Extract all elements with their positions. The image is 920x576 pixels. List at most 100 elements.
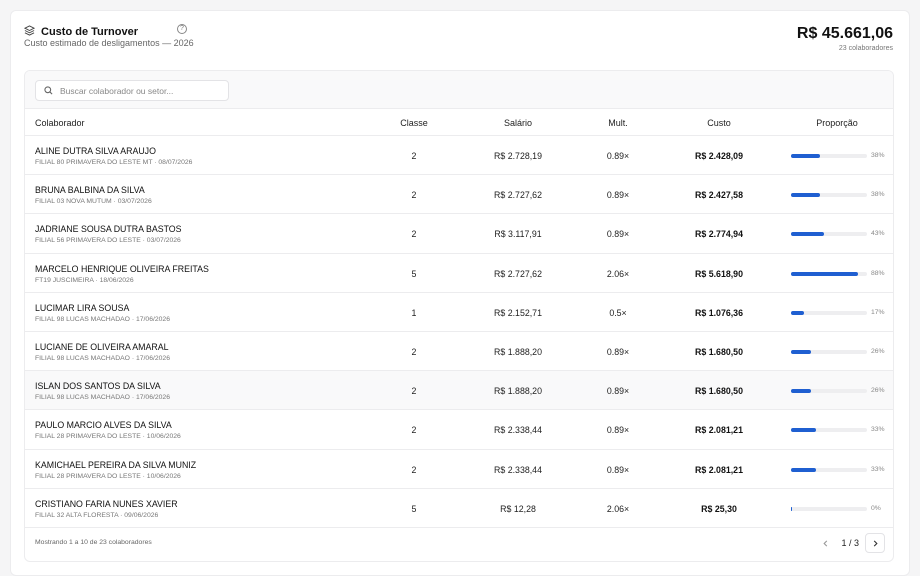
cell-mult: 0.89× bbox=[606, 190, 630, 201]
employee-meta: FILIAL 28 PRIMAVERA DO LESTE · 10/06/202… bbox=[35, 472, 181, 480]
col-colaborador[interactable]: Colaborador bbox=[35, 118, 85, 128]
search-input[interactable] bbox=[60, 85, 220, 96]
proportion-percent: 26% bbox=[871, 387, 885, 395]
search-icon bbox=[44, 82, 53, 100]
employee-meta: FILIAL 80 PRIMAVERA DO LESTE MT · 08/07/… bbox=[35, 159, 193, 166]
table-row[interactable]: BRUNA BALBINA DA SILVA FILIAL 03 NOVA MUT… bbox=[25, 175, 893, 215]
cell-salario: R$ 2.338,44 bbox=[494, 464, 542, 475]
page-title: Custo de Turnover bbox=[41, 26, 138, 38]
cell-mult: 0.89× bbox=[606, 425, 630, 436]
cell-salario: R$ 2.152,71 bbox=[494, 307, 542, 318]
table-panel: Colaborador Classe Salário Mult. Custo P… bbox=[24, 70, 894, 562]
col-custo[interactable]: Custo bbox=[707, 118, 731, 128]
table-row[interactable]: MARCELO HENRIQUE OLIVEIRA FREITAS FT19 JU… bbox=[25, 254, 893, 293]
employee-name: LUCIANE DE OLIVEIRA AMARAL bbox=[35, 341, 169, 352]
proportion-percent: 88% bbox=[871, 269, 885, 277]
cell-salario: R$ 1.888,20 bbox=[494, 386, 542, 397]
table-row[interactable]: JADRIANE SOUSA DUTRA BASTOS FILIAL 56 PRI… bbox=[25, 214, 893, 254]
table-header: Colaborador Classe Salário Mult. Custo P… bbox=[25, 109, 893, 136]
proportion-bar bbox=[791, 428, 867, 433]
proportion-percent: 33% bbox=[871, 426, 885, 434]
total-cost: R$ 45.661,06 bbox=[796, 25, 893, 42]
proportion-bar-fill bbox=[791, 428, 817, 433]
chevron-right-icon bbox=[873, 539, 878, 547]
proportion-percent: 38% bbox=[871, 191, 885, 199]
cell-classe: 2 bbox=[411, 346, 417, 357]
cell-custo: R$ 2.774,94 bbox=[695, 229, 743, 240]
table-row[interactable]: ISLAN DOS SANTOS DA SILVA FILIAL 98 LUCAS… bbox=[25, 371, 893, 411]
proportion-bar bbox=[791, 389, 867, 394]
employee-name: JADRIANE SOUSA DUTRA BASTOS bbox=[35, 224, 182, 235]
page-subtitle: Custo estimado de desligamentos — 2026 bbox=[24, 38, 194, 48]
proportion-bar bbox=[791, 506, 867, 511]
employee-meta: FILIAL 28 PRIMAVERA DO LESTE · 10/06/202… bbox=[35, 433, 181, 441]
proportion-bar bbox=[791, 154, 867, 158]
prev-page-button[interactable] bbox=[815, 533, 836, 553]
employee-meta: FILIAL 56 PRIMAVERA DO LESTE · 03/07/202… bbox=[35, 237, 181, 245]
table-row[interactable]: ALINE DUTRA SILVA ARAUJO FILIAL 80 PRIMAV… bbox=[25, 136, 893, 176]
proportion-bar-fill bbox=[791, 506, 792, 511]
cell-custo: R$ 2.428,09 bbox=[695, 151, 743, 161]
employee-meta: FILIAL 98 LUCAS MACHADAO · 17/06/2026 bbox=[35, 315, 170, 323]
cell-classe: 2 bbox=[411, 425, 417, 436]
cell-salario: R$ 2.727,62 bbox=[494, 268, 542, 279]
turnover-card: Custo de Turnover ? Custo estimado de de… bbox=[10, 10, 910, 576]
employee-meta: FILIAL 03 NOVA MUTUM · 03/07/2026 bbox=[35, 198, 152, 206]
cell-salario: R$ 2.728,19 bbox=[494, 151, 542, 161]
cell-custo: R$ 5.618,90 bbox=[695, 268, 743, 279]
cell-salario: R$ 1.888,20 bbox=[494, 346, 542, 357]
proportion-percent: 33% bbox=[871, 465, 885, 473]
col-salario[interactable]: Salário bbox=[504, 118, 532, 128]
table-body: ALINE DUTRA SILVA ARAUJO FILIAL 80 PRIMAV… bbox=[25, 136, 893, 528]
cell-custo: R$ 1.680,50 bbox=[695, 346, 743, 357]
proportion-bar-fill bbox=[791, 232, 824, 237]
table-row[interactable]: KAMICHAEL PEREIRA DA SILVA MUNIZ FILIAL 2… bbox=[25, 450, 893, 489]
employee-name: KAMICHAEL PEREIRA DA SILVA MUNIZ bbox=[35, 459, 197, 470]
cell-salario: R$ 2.727,62 bbox=[494, 190, 542, 201]
cell-mult: 0.89× bbox=[606, 464, 630, 475]
table-row[interactable]: LUCIMAR LIRA SOUSA FILIAL 98 LUCAS MACHAD… bbox=[25, 293, 893, 332]
proportion-percent: 0% bbox=[871, 504, 881, 512]
cell-mult: 0.89× bbox=[606, 229, 630, 240]
employee-name: CRISTIANO FARIA NUNES XAVIER bbox=[35, 498, 178, 509]
cell-classe: 5 bbox=[411, 268, 417, 279]
table-toolbar bbox=[25, 71, 893, 109]
employee-meta: FT19 JUSCIMEIRA · 18/06/2026 bbox=[35, 276, 134, 284]
employee-meta: FILIAL 32 ALTA FLORESTA · 09/06/2026 bbox=[35, 511, 159, 519]
proportion-bar bbox=[791, 467, 867, 472]
table-row[interactable]: LUCIANE DE OLIVEIRA AMARAL FILIAL 98 LUCA… bbox=[25, 332, 893, 372]
col-proporcao[interactable]: Proporção bbox=[816, 118, 858, 128]
proportion-bar bbox=[791, 193, 867, 198]
col-mult[interactable]: Mult. bbox=[608, 118, 628, 128]
pagination: 1 / 3 bbox=[815, 533, 885, 553]
cell-mult: 0.5× bbox=[609, 307, 627, 318]
cell-classe: 2 bbox=[411, 464, 417, 475]
cell-classe: 2 bbox=[411, 151, 417, 161]
proportion-bar-fill bbox=[791, 389, 811, 394]
cell-mult: 0.89× bbox=[606, 346, 630, 357]
page-indicator: 1 / 3 bbox=[841, 538, 859, 548]
pagination-summary: Mostrando 1 a 10 de 23 colaboradores bbox=[35, 539, 152, 546]
employee-name: ALINE DUTRA SILVA ARAUJO bbox=[35, 146, 156, 156]
employee-name: ISLAN DOS SANTOS DA SILVA bbox=[35, 381, 161, 392]
employee-meta: FILIAL 98 LUCAS MACHADAO · 17/06/2026 bbox=[35, 394, 170, 402]
proportion-bar-fill bbox=[791, 271, 858, 276]
table-row[interactable]: PAULO MARCIO ALVES DA SILVA FILIAL 28 PRI… bbox=[25, 410, 893, 450]
chevron-left-icon bbox=[823, 539, 828, 547]
help-icon[interactable]: ? bbox=[177, 24, 187, 34]
next-page-button[interactable] bbox=[865, 533, 885, 553]
cell-classe: 2 bbox=[411, 190, 417, 201]
table-row[interactable]: CRISTIANO FARIA NUNES XAVIER FILIAL 32 AL… bbox=[25, 489, 893, 528]
cell-classe: 1 bbox=[411, 307, 417, 318]
proportion-bar bbox=[791, 349, 867, 354]
card-header: Custo de Turnover ? Custo estimado de de… bbox=[11, 11, 909, 69]
col-classe[interactable]: Classe bbox=[400, 118, 428, 128]
cell-custo: R$ 2.427,58 bbox=[695, 190, 743, 201]
cell-salario: R$ 3.117,91 bbox=[494, 229, 542, 240]
cell-custo: R$ 25,30 bbox=[701, 503, 737, 514]
cell-salario: R$ 2.338,44 bbox=[494, 425, 542, 436]
employee-name: MARCELO HENRIQUE OLIVEIRA FREITAS bbox=[35, 263, 209, 274]
cell-salario: R$ 12,28 bbox=[500, 503, 536, 514]
search-box[interactable] bbox=[35, 80, 229, 101]
cell-custo: R$ 1.680,50 bbox=[695, 386, 743, 397]
